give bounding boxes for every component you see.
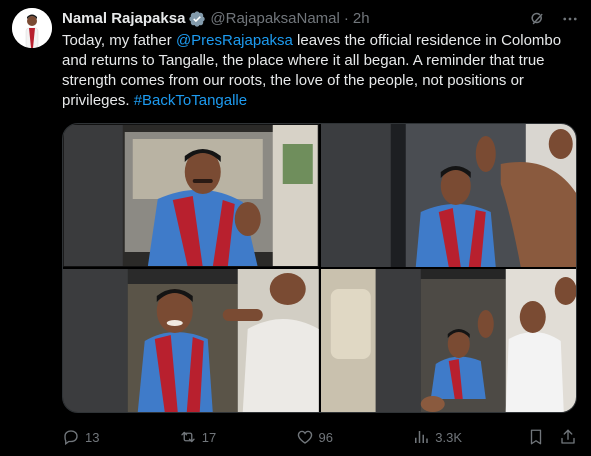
repost-button[interactable]: 17 — [179, 428, 296, 446]
media-photo-3[interactable] — [63, 269, 319, 412]
author-handle[interactable]: @RajapaksaNamal — [210, 9, 339, 29]
views-count: 3.3K — [435, 429, 462, 445]
avatar[interactable] — [12, 8, 52, 48]
tweet-card[interactable]: Namal Rajapaksa @RajapaksaNamal · 2h Tod… — [0, 0, 591, 456]
views-button[interactable]: 3.3K — [412, 428, 527, 446]
bookmark-icon — [530, 429, 542, 445]
tweet-text: Today, my father @PresRajapaksa leaves t… — [62, 31, 577, 111]
tweet-header: Namal Rajapaksa @RajapaksaNamal · 2h — [62, 9, 579, 29]
timestamp[interactable]: 2h — [353, 9, 370, 29]
bookmark-button[interactable] — [527, 428, 545, 446]
views-icon — [415, 431, 428, 443]
like-icon — [297, 430, 312, 444]
media-photo-1[interactable] — [63, 124, 319, 267]
reply-count: 13 — [85, 429, 100, 445]
tweet-text-start: Today, my father — [62, 32, 176, 49]
media-photo-2[interactable] — [320, 124, 576, 267]
hashtag-link[interactable]: #BackToTangalle — [134, 92, 247, 109]
mention-link[interactable]: @PresRajapaksa — [176, 32, 293, 49]
grok-icon[interactable] — [529, 10, 547, 28]
action-bar: 13 17 96 3.3K — [62, 426, 577, 448]
more-icon[interactable] — [561, 10, 579, 28]
separator-dot: · — [343, 10, 349, 27]
like-button[interactable]: 96 — [296, 428, 413, 446]
reply-button[interactable]: 13 — [62, 428, 179, 446]
author-name[interactable]: Namal Rajapaksa — [62, 9, 185, 29]
media-photo-4[interactable] — [320, 269, 576, 412]
reply-icon — [64, 430, 78, 446]
repost-count: 17 — [201, 429, 217, 445]
share-icon — [561, 429, 575, 444]
media-grid — [62, 123, 577, 413]
like-count: 96 — [318, 429, 333, 445]
repost-icon — [181, 431, 195, 443]
share-button[interactable] — [559, 428, 577, 446]
verified-badge-icon — [188, 10, 206, 28]
